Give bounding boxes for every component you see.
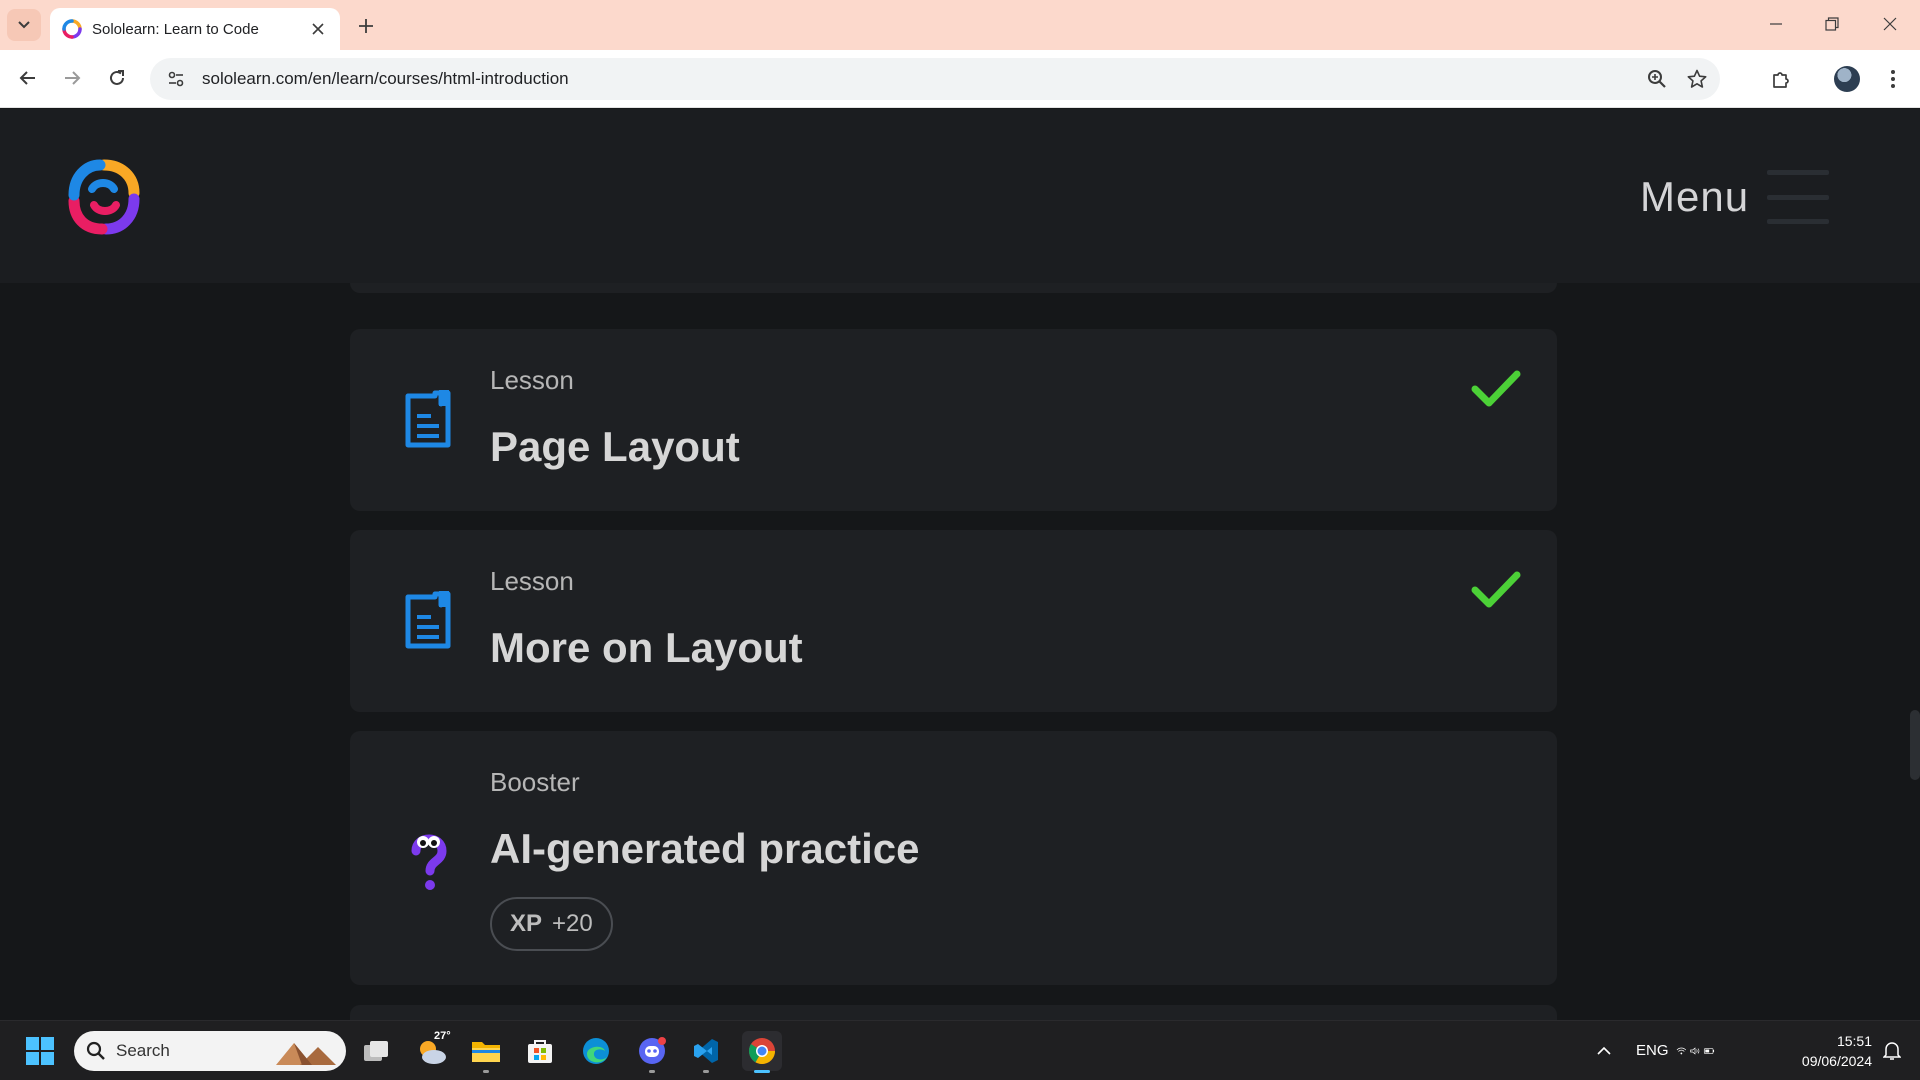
chrome-icon	[748, 1038, 776, 1065]
search-placeholder: Search	[116, 1041, 170, 1060]
taskbar-search[interactable]: Search	[74, 1031, 346, 1071]
tab-search-dropdown-button[interactable]	[7, 9, 41, 41]
browser-menu-button[interactable]	[1876, 62, 1910, 96]
discord-button[interactable]	[632, 1031, 672, 1073]
card-title: AI-generated practice	[490, 825, 920, 872]
booster-card-ai-practice[interactable]: Booster AI-generated practice XP +20	[350, 731, 1557, 985]
url-text[interactable]: sololearn.com/en/learn/courses/html-intr…	[202, 69, 1640, 89]
sololearn-favicon-icon	[62, 19, 82, 39]
browser-tab-active[interactable]: Sololearn: Learn to Code	[50, 8, 340, 50]
discord-icon	[639, 1037, 666, 1064]
card-kicker: Booster	[490, 767, 580, 797]
microsoft-store-button[interactable]	[520, 1031, 560, 1071]
card-title: Page Layout	[490, 423, 740, 470]
network-volume-battery-button[interactable]	[1676, 1031, 1716, 1071]
lesson-card-more-on-layout[interactable]: Lesson More on Layout	[350, 530, 1557, 712]
lesson-icon	[398, 590, 458, 650]
wifi-volume-battery-icon	[1676, 1047, 1715, 1055]
edge-icon	[583, 1038, 609, 1064]
checkmark-icon	[1471, 571, 1521, 608]
more-vertical-icon	[1891, 70, 1895, 88]
clock-date: 09/06/2024	[1801, 1053, 1872, 1069]
site-menu-button[interactable]: Menu	[1640, 165, 1830, 229]
browser-tab-bar: Sololearn: Learn to Code	[0, 0, 1920, 50]
puzzle-icon	[1773, 72, 1789, 88]
browser-toolbar: sololearn.com/en/learn/courses/html-intr…	[0, 50, 1920, 108]
task-view-button[interactable]	[356, 1031, 396, 1071]
page-scrollbar-thumb[interactable]	[1910, 710, 1920, 780]
close-icon	[1883, 17, 1897, 31]
show-hidden-icons-button[interactable]	[1584, 1031, 1624, 1071]
lesson-card-partial[interactable]	[350, 283, 1557, 293]
zoom-button[interactable]	[1640, 62, 1674, 96]
course-lesson-list: Lesson Page Layout Lesson More on Layout	[0, 283, 1920, 1020]
extensions-button[interactable]	[1764, 62, 1798, 96]
clock-time: 15:51	[1836, 1033, 1872, 1049]
plus-icon	[359, 19, 373, 33]
hamburger-icon	[1767, 170, 1830, 224]
windows-taskbar: Search 27° ENG 15:51 09/06/2024	[0, 1020, 1920, 1080]
chevron-up-icon	[1597, 1046, 1611, 1055]
chrome-button[interactable]	[742, 1031, 782, 1073]
xp-value: +20	[552, 910, 593, 937]
site-info-button[interactable]	[156, 64, 196, 94]
folder-icon	[472, 1042, 500, 1062]
xp-reward-badge: XP +20	[490, 897, 613, 951]
lesson-card-partial-next[interactable]	[350, 1005, 1557, 1020]
task-view-icon	[364, 1041, 388, 1061]
reload-icon	[110, 70, 124, 85]
notifications-button[interactable]	[1872, 1031, 1912, 1071]
language-indicator[interactable]: ENG	[1636, 1042, 1669, 1059]
windows-logo-icon	[26, 1037, 54, 1065]
card-title: More on Layout	[490, 624, 803, 671]
new-tab-button[interactable]	[352, 12, 380, 40]
booster-question-icon	[398, 831, 458, 891]
vscode-button[interactable]	[686, 1031, 726, 1073]
card-kicker: Lesson	[490, 566, 574, 596]
menu-label: Menu	[1640, 173, 1750, 220]
profile-button[interactable]	[1830, 62, 1864, 96]
weather-temperature: 27°	[434, 1030, 451, 1042]
system-clock[interactable]: 15:51 09/06/2024	[1772, 1031, 1872, 1071]
zoom-in-icon	[1648, 70, 1666, 88]
address-bar[interactable]: sololearn.com/en/learn/courses/html-intr…	[150, 58, 1720, 100]
card-kicker: Lesson	[490, 365, 574, 395]
lesson-card-page-layout[interactable]: Lesson Page Layout	[350, 329, 1557, 511]
start-button[interactable]	[20, 1031, 60, 1071]
chevron-down-icon	[18, 21, 30, 29]
arrow-left-icon	[19, 71, 35, 85]
star-icon	[1687, 69, 1707, 88]
restore-icon	[1825, 17, 1839, 31]
site-header: Menu	[0, 109, 1920, 283]
vscode-icon	[694, 1039, 718, 1063]
search-icon	[86, 1041, 105, 1060]
arrow-right-icon	[65, 71, 81, 85]
avatar	[1834, 66, 1860, 92]
sololearn-logo[interactable]	[66, 159, 142, 235]
tune-icon	[168, 71, 184, 87]
close-icon	[312, 23, 324, 35]
tab-close-button[interactable]	[308, 19, 328, 39]
restore-button[interactable]	[1808, 6, 1856, 42]
back-button[interactable]	[12, 62, 44, 94]
bookmark-button[interactable]	[1680, 62, 1714, 96]
pyramids-decoration-icon	[276, 1043, 336, 1065]
checkmark-icon	[1471, 370, 1521, 407]
close-window-button[interactable]	[1866, 6, 1914, 42]
reload-button[interactable]	[101, 62, 133, 94]
minimize-button[interactable]	[1752, 6, 1800, 42]
tab-title: Sololearn: Learn to Code	[92, 20, 259, 38]
lesson-icon	[398, 389, 458, 449]
bell-icon	[1883, 1042, 1901, 1060]
store-bag-icon	[528, 1040, 552, 1063]
edge-browser-button[interactable]	[576, 1031, 616, 1071]
forward-button[interactable]	[56, 62, 88, 94]
file-explorer-button[interactable]	[466, 1031, 506, 1073]
minimize-icon	[1770, 23, 1782, 25]
xp-label: XP	[510, 910, 543, 937]
